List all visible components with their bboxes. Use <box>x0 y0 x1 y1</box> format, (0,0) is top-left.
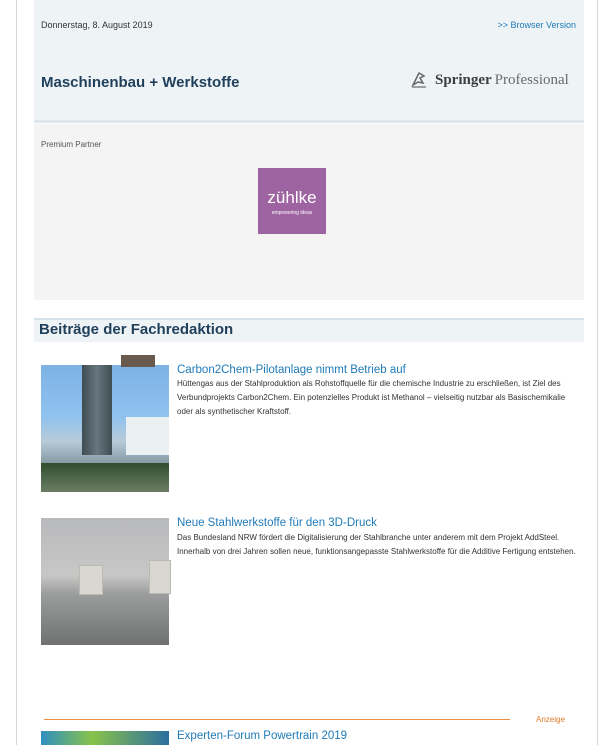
article-title[interactable]: Neue Stahlwerkstoffe für den 3D-Druck <box>177 517 377 529</box>
grass-shape <box>41 463 169 492</box>
tower-top-shape <box>121 355 155 367</box>
zuehlke-logo-text: zühlke <box>267 188 317 207</box>
brand-sub: Professional <box>494 71 569 88</box>
springer-horse-icon <box>411 71 426 88</box>
newsletter-title: Maschinenbau + Werkstoffe <box>41 74 240 91</box>
ad-image[interactable] <box>41 731 169 745</box>
premium-partner-label: Premium Partner <box>41 140 102 149</box>
ad-divider <box>44 719 510 720</box>
browser-version-link[interactable]: >> Browser Version <box>497 20 576 30</box>
printed-part-shape <box>79 565 103 595</box>
building-shape <box>126 417 169 455</box>
springer-professional-logo: Springer Professional <box>409 68 569 92</box>
printed-part-shape <box>149 560 171 594</box>
issue-date: Donnerstag, 8. August 2019 <box>41 20 153 30</box>
article-title[interactable]: Carbon2Chem-Pilotanlage nimmt Betrieb au… <box>177 364 406 376</box>
brand-name: Springer <box>435 71 492 88</box>
ad-title[interactable]: Experten-Forum Powertrain 2019 <box>177 730 347 742</box>
article-image-carbon2chem[interactable] <box>41 355 169 492</box>
article-image-3d-druck[interactable] <box>41 518 171 645</box>
tower-shape <box>82 355 155 455</box>
zuehlke-logo-tagline: empowering ideas <box>271 210 313 216</box>
section-title: Beiträge der Fachredaktion <box>39 321 234 338</box>
article-body: Das Bundesland NRW fördert die Digitalis… <box>177 533 576 556</box>
zuehlke-logo[interactable]: zühlke empowering ideas <box>258 168 326 234</box>
newsletter-header <box>34 0 584 123</box>
ad-label: Anzeige <box>536 715 565 724</box>
article-body: Hüttengas aus der Stahlproduktion als Ro… <box>177 379 566 416</box>
